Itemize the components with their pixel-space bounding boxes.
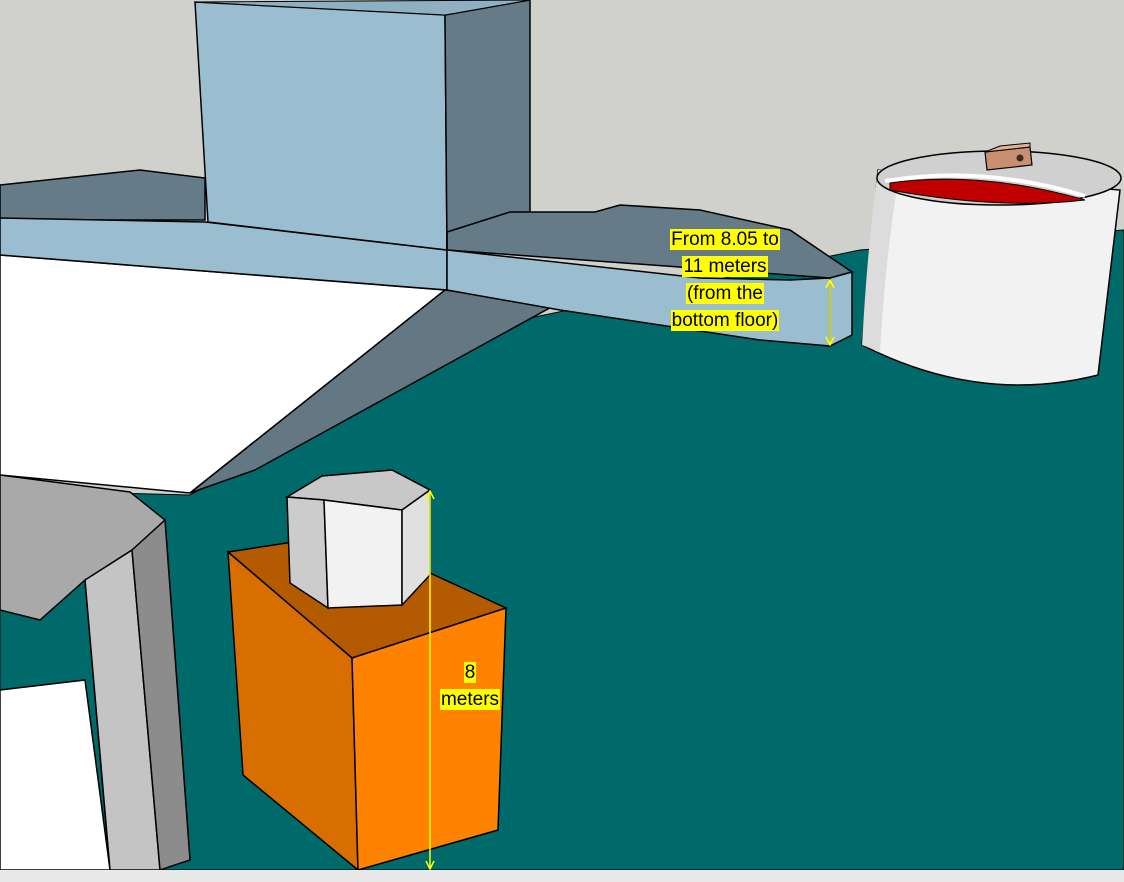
bridge-height-label: From 8.05 to 11 meters (from the bottom … [640, 226, 810, 334]
hex-prism-front [323, 499, 403, 609]
tower-height-label: 8 meters [420, 659, 520, 713]
sketch-viewport[interactable]: From 8.05 to 11 meters (from the bottom … [0, 0, 1124, 882]
bridge-label-line-4: bottom floor) [670, 310, 780, 331]
model-scene[interactable] [0, 0, 1124, 882]
viewport-bottom-strip [0, 870, 1124, 882]
tower-label-line-2: meters [439, 689, 501, 710]
tank-valve-hole [1016, 154, 1024, 162]
bridge-end [829, 271, 853, 348]
bridge-label-line-3: (from the [685, 283, 765, 304]
tower-label-line-1: 8 [463, 662, 477, 683]
bridge-label-line-2: 11 meters [682, 256, 768, 277]
tower-block-front [194, 1, 448, 251]
bridge-label-line-1: From 8.05 to [670, 229, 780, 250]
